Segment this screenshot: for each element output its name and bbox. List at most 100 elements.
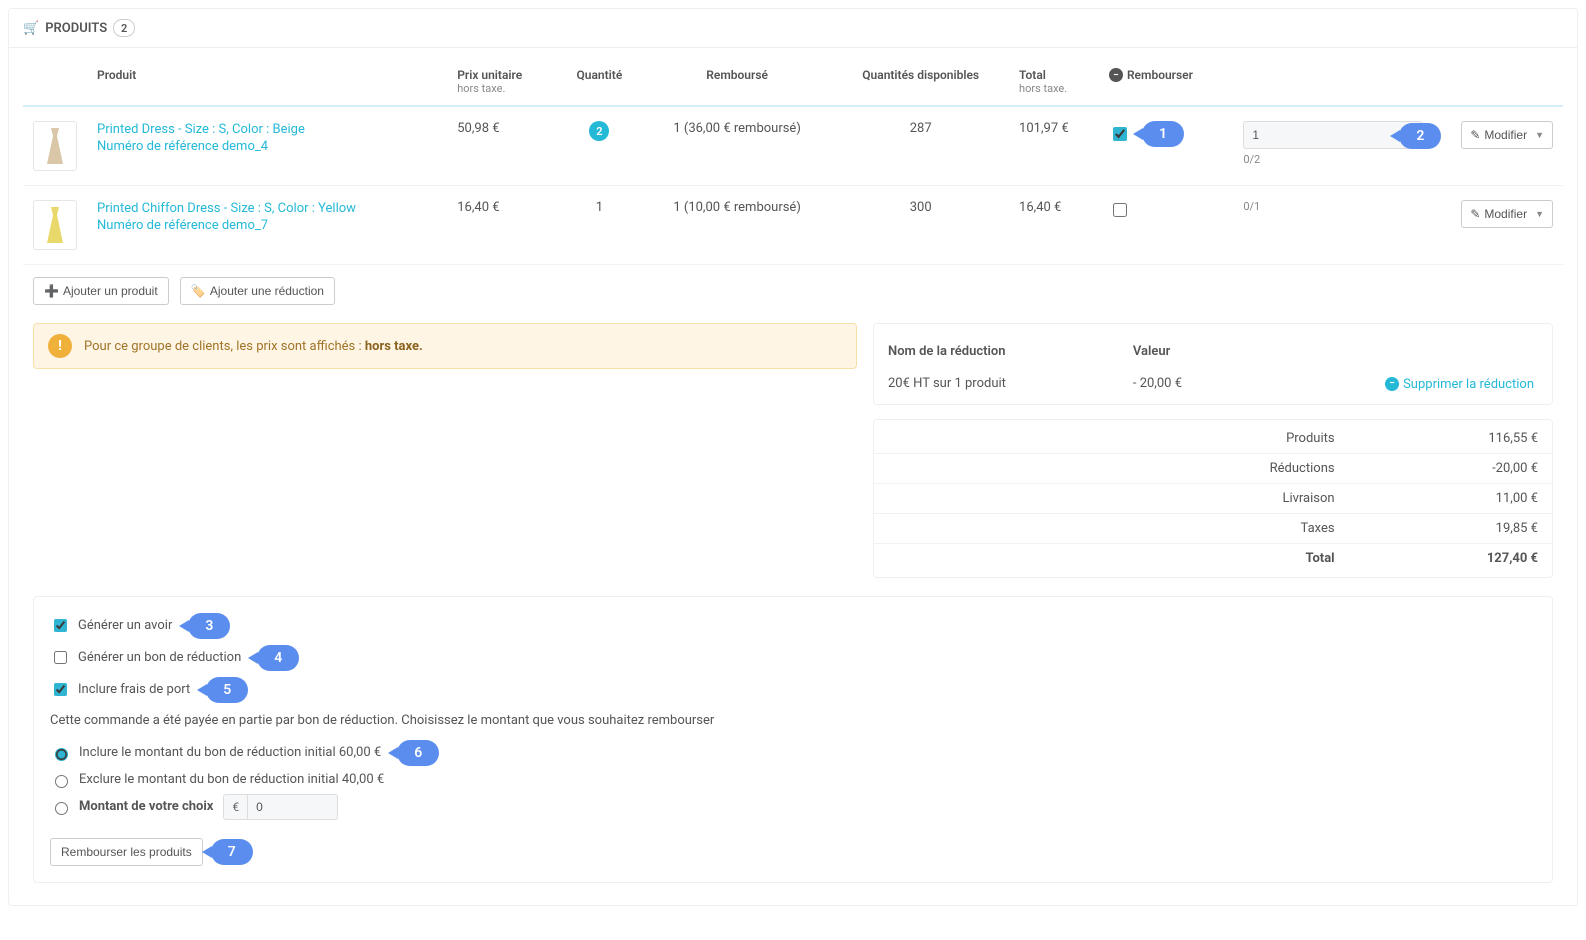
delete-discount-link[interactable]: − Supprimer la réduction <box>1385 377 1534 392</box>
totals-total-value: 127,40 € <box>1349 543 1552 573</box>
product-reference: Numéro de référence demo_4 <box>97 139 268 154</box>
tag-icon: 🏷️ <box>191 284 206 298</box>
minus-circle-icon: − <box>1385 377 1399 391</box>
include-shipping-checkbox[interactable] <box>54 683 67 696</box>
quantity-badge: 2 <box>589 121 609 141</box>
cell-unit-price: 16,40 € <box>447 186 557 265</box>
col-unit-price: Prix unitaire hors taxe. <box>447 60 557 106</box>
pencil-icon: ✎ <box>1470 208 1480 220</box>
notice-bold: hors taxe. <box>365 339 423 354</box>
edit-button[interactable]: ✎ Modifier ▼ <box>1461 121 1553 149</box>
totals-shipping-label: Livraison <box>874 483 1349 513</box>
currency-prefix: € <box>223 794 248 820</box>
generate-voucher-label: Générer un bon de réduction <box>78 650 241 665</box>
product-link[interactable]: Printed Dress - Size : S, Color : Beige <box>97 121 437 139</box>
totals-discounts-label: Réductions <box>874 453 1349 483</box>
product-count-badge: 2 <box>113 19 135 37</box>
panel-body: Produit Prix unitaire hors taxe. Quantit… <box>9 48 1577 905</box>
callout-7: 7 <box>211 839 253 865</box>
col-unit-price-label: Prix unitaire <box>457 68 522 82</box>
panel-heading: 🛒 PRODUITS 2 <box>9 9 1577 48</box>
discount-summary: Nom de la réduction Valeur 20€ HT sur 1 … <box>873 323 1553 405</box>
exclude-voucher-radio[interactable] <box>55 775 68 788</box>
add-discount-button[interactable]: 🏷️ Ajouter une réduction <box>180 277 335 305</box>
discount-name-header: Nom de la réduction <box>874 336 1119 367</box>
action-row: ➕ Ajouter un produit 🏷️ Ajouter une rédu… <box>23 265 1563 309</box>
callout-1: 1 <box>1142 121 1184 147</box>
col-refund-label: Rembourser <box>1127 68 1193 82</box>
product-thumbnail <box>33 121 77 171</box>
callout-6: 6 <box>397 740 439 766</box>
custom-amount-label: Montant de votre choix <box>79 799 213 814</box>
add-product-button[interactable]: ➕ Ajouter un produit <box>33 277 169 305</box>
add-discount-label: Ajouter une réduction <box>210 284 324 298</box>
discount-name: 20€ HT sur 1 produit <box>874 367 1119 400</box>
exclamation-icon: ! <box>48 334 72 358</box>
caret-down-icon: ▼ <box>1535 130 1544 140</box>
delete-discount-label: Supprimer la réduction <box>1403 377 1534 392</box>
dress-icon <box>41 126 69 166</box>
totals-shipping-value: 11,00 € <box>1349 483 1552 513</box>
include-voucher-radio[interactable] <box>55 748 68 761</box>
totals-summary: Produits 116,55 € Réductions -20,00 € Li… <box>873 419 1553 578</box>
products-table: Produit Prix unitaire hors taxe. Quantit… <box>23 60 1563 265</box>
plus-icon: ➕ <box>44 284 59 298</box>
tax-note-2: hors taxe. <box>1019 82 1089 95</box>
product-thumbnail <box>33 200 77 250</box>
custom-amount-radio[interactable] <box>55 802 68 815</box>
qty-limit: 0/1 <box>1243 200 1441 213</box>
edit-label: Modifier <box>1484 207 1527 221</box>
col-quantity: Quantité <box>557 60 642 106</box>
generate-credit-slip-label: Générer un avoir <box>78 618 172 633</box>
callout-5: 5 <box>206 677 248 703</box>
cell-quantity: 1 <box>557 186 642 265</box>
products-panel: 🛒 PRODUITS 2 Produit Prix unitaire hors … <box>8 8 1578 906</box>
custom-amount-input[interactable] <box>248 794 338 820</box>
exclude-voucher-label: Exclure le montant du bon de réduction i… <box>79 772 384 787</box>
totals-total-label: Total <box>874 543 1349 573</box>
col-product: Produit <box>87 60 447 106</box>
caret-down-icon: ▼ <box>1535 209 1544 219</box>
refund-products-button[interactable]: Rembourser les produits <box>50 838 203 866</box>
refund-info-text: Cette commande a été payée en partie par… <box>50 713 1536 728</box>
col-refunded: Remboursé <box>642 60 833 106</box>
col-total-label: Total <box>1019 68 1046 82</box>
cell-unit-price: 50,98 € <box>447 106 557 186</box>
col-available: Quantités disponibles <box>832 60 1009 106</box>
pencil-icon: ✎ <box>1470 129 1480 141</box>
add-product-label: Ajouter un produit <box>63 284 158 298</box>
callout-3: 3 <box>188 613 230 639</box>
include-voucher-label: Inclure le montant du bon de réduction i… <box>79 745 381 760</box>
refund-options-panel: Générer un avoir 3 Générer un bon de réd… <box>33 596 1553 883</box>
refund-checkbox[interactable] <box>1113 127 1127 141</box>
qty-limit: 0/2 <box>1243 153 1423 166</box>
refund-checkbox[interactable] <box>1113 203 1127 217</box>
col-refund: − Rembourser <box>1099 60 1233 106</box>
notice-text: Pour ce groupe de clients, les prix sont… <box>84 339 365 354</box>
generate-voucher-checkbox[interactable] <box>54 651 67 664</box>
table-row: Printed Dress - Size : S, Color : Beige … <box>23 106 1563 186</box>
edit-button[interactable]: ✎ Modifier ▼ <box>1461 200 1553 228</box>
totals-discounts-value: -20,00 € <box>1349 453 1552 483</box>
discount-value-header: Valeur <box>1119 336 1248 367</box>
edit-label: Modifier <box>1484 128 1527 142</box>
generate-credit-slip-checkbox[interactable] <box>54 619 67 632</box>
minus-icon: − <box>1109 68 1123 82</box>
col-total: Total hors taxe. <box>1009 60 1099 106</box>
product-reference: Numéro de référence demo_7 <box>97 218 268 233</box>
tax-note: hors taxe. <box>457 82 547 95</box>
cell-refunded: 1 (36,00 € remboursé) <box>642 106 833 186</box>
include-shipping-label: Inclure frais de port <box>78 682 190 697</box>
cell-total: 101,97 € <box>1009 106 1099 186</box>
cell-refunded: 1 (10,00 € remboursé) <box>642 186 833 265</box>
cell-available: 300 <box>832 186 1009 265</box>
cart-icon: 🛒 <box>23 21 39 36</box>
product-link[interactable]: Printed Chiffon Dress - Size : S, Color … <box>97 200 437 218</box>
callout-4: 4 <box>257 645 299 671</box>
totals-taxes-value: 19,85 € <box>1349 513 1552 543</box>
totals-products-value: 116,55 € <box>1349 424 1552 454</box>
panel-title: PRODUITS <box>45 21 107 36</box>
refund-submit-label: Rembourser les produits <box>61 845 192 859</box>
callout-2: 2 <box>1399 123 1441 149</box>
cell-total: 16,40 € <box>1009 186 1099 265</box>
